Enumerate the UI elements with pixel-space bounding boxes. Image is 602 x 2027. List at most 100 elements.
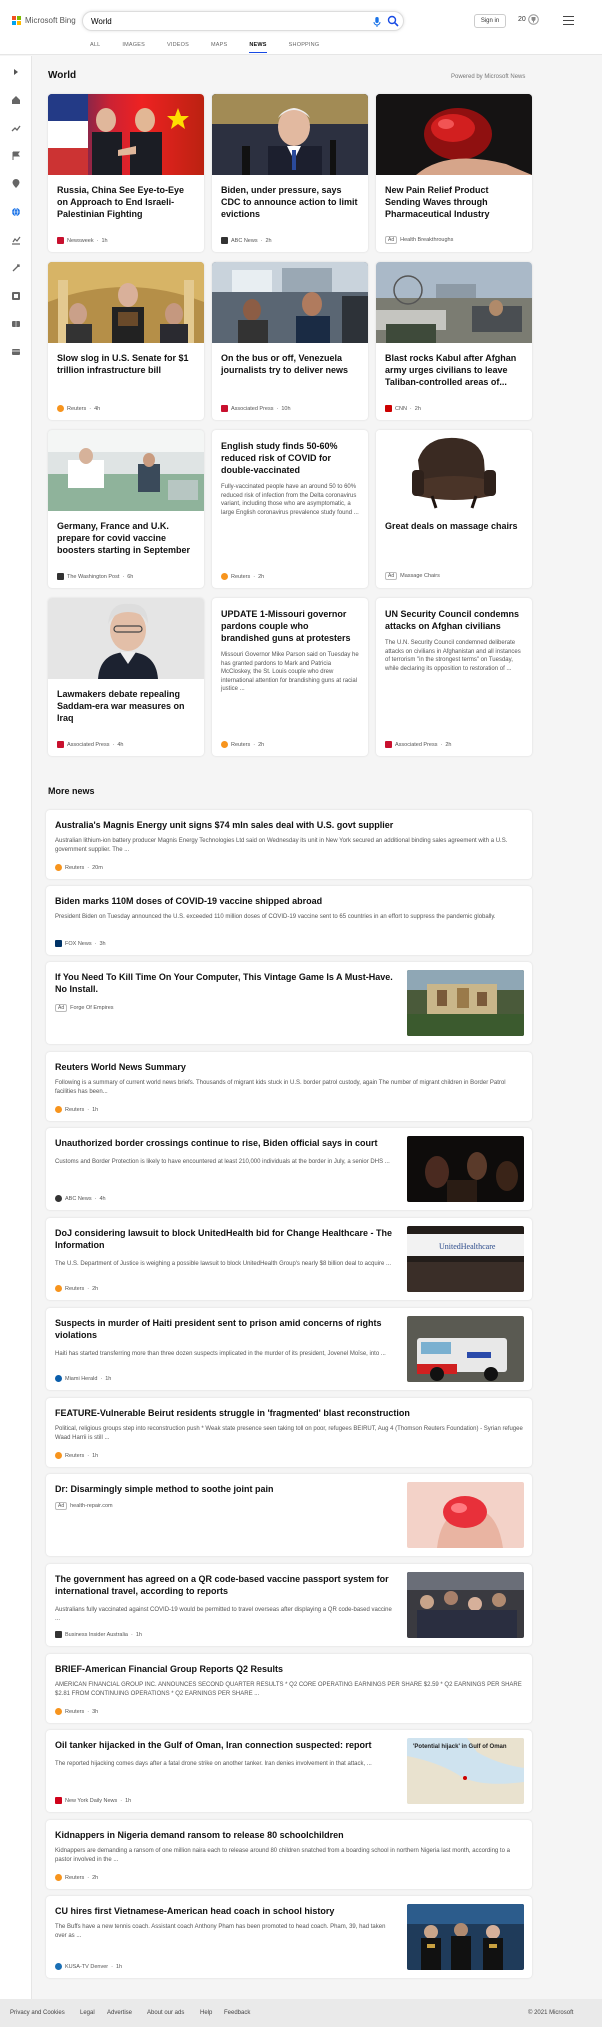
- section-title: World: [48, 70, 77, 81]
- search-icon[interactable]: [387, 15, 399, 27]
- location-pin-icon[interactable]: [10, 178, 21, 189]
- footer-link-privacy[interactable]: Privacy and Cookies: [10, 2010, 65, 2016]
- news-headline[interactable]: Blast rocks Kabul after Afghan army urge…: [385, 352, 523, 388]
- news-headline[interactable]: On the bus or off, Venezuela journalists…: [221, 352, 359, 376]
- news-card[interactable]: Lawmakers debate repealing Saddam-era wa…: [48, 598, 204, 756]
- more-news-item[interactable]: Kidnappers in Nigeria demand ransom to r…: [46, 1820, 532, 1889]
- news-thumbnail: [48, 94, 204, 175]
- globe-icon[interactable]: [10, 206, 21, 217]
- news-card[interactable]: Great deals on massage chairs Ad Massage …: [376, 430, 532, 588]
- news-card[interactable]: New Pain Relief Product Sending Waves th…: [376, 94, 532, 252]
- sign-in-button[interactable]: Sign in: [474, 14, 506, 28]
- news-headline[interactable]: The government has agreed on a QR code-b…: [55, 1573, 395, 1597]
- news-headline[interactable]: Australia's Magnis Energy unit signs $74…: [55, 819, 393, 831]
- footer-link-help[interactable]: Help: [200, 2010, 212, 2016]
- news-card[interactable]: UPDATE 1-Missouri governor pardons coupl…: [212, 598, 368, 756]
- news-source: Ad Massage Chairs: [385, 572, 440, 580]
- footer-link-feedback[interactable]: Feedback: [224, 2010, 250, 2016]
- news-headline[interactable]: Suspects in murder of Haiti president se…: [55, 1317, 395, 1341]
- news-headline[interactable]: FEATURE-Vulnerable Beirut residents stru…: [55, 1407, 410, 1419]
- more-news-item[interactable]: Reuters World News Summary Following is …: [46, 1052, 532, 1121]
- source-logo-icon: [57, 405, 64, 412]
- more-news-item[interactable]: If You Need To Kill Time On Your Compute…: [46, 962, 532, 1044]
- hamburger-menu-icon[interactable]: [563, 16, 574, 25]
- more-news-item[interactable]: Suspects in murder of Haiti president se…: [46, 1308, 532, 1390]
- news-card[interactable]: Germany, France and U.K. prepare for cov…: [48, 430, 204, 588]
- source-logo-icon: [55, 1797, 62, 1804]
- more-news-item[interactable]: The government has agreed on a QR code-b…: [46, 1564, 532, 1646]
- news-headline[interactable]: DoJ considering lawsuit to block UnitedH…: [55, 1227, 395, 1251]
- ad-badge: Ad: [55, 1502, 68, 1510]
- expand-sidebar-icon[interactable]: [10, 66, 21, 77]
- more-news-item[interactable]: Unauthorized border crossings continue t…: [46, 1128, 532, 1210]
- news-headline[interactable]: English study finds 50-60% reduced risk …: [221, 440, 359, 476]
- home-icon[interactable]: [10, 94, 21, 105]
- news-headline[interactable]: Dr: Disarmingly simple method to soothe …: [55, 1483, 395, 1495]
- footer-link-advertise[interactable]: Advertise: [107, 2010, 132, 2016]
- rewards-button[interactable]: 20: [518, 14, 539, 25]
- news-headline[interactable]: Great deals on massage chairs: [385, 520, 523, 532]
- tab-maps[interactable]: MAPS: [211, 42, 227, 53]
- tab-news[interactable]: NEWS: [249, 42, 267, 53]
- news-headline[interactable]: UPDATE 1-Missouri governor pardons coupl…: [221, 608, 359, 644]
- more-news-item[interactable]: Oil tanker hijacked in the Gulf of Oman,…: [46, 1730, 532, 1812]
- news-snippet: AMERICAN FINANCIAL GROUP INC. ANNOUNCES …: [55, 1682, 522, 1697]
- news-card[interactable]: Slow slog in U.S. Senate for $1 trillion…: [48, 262, 204, 420]
- more-news-item[interactable]: CU hires first Vietnamese-American head …: [46, 1896, 532, 1978]
- news-headline[interactable]: Russia, China See Eye-to-Eye on Approach…: [57, 184, 195, 220]
- source-logo-icon: [55, 1106, 62, 1113]
- news-headline[interactable]: BRIEF-American Financial Group Reports Q…: [55, 1663, 283, 1675]
- news-headline[interactable]: Oil tanker hijacked in the Gulf of Oman,…: [55, 1739, 395, 1751]
- news-snippet: The reported hijacking comes days after …: [55, 1761, 372, 1767]
- news-card[interactable]: Blast rocks Kabul after Afghan army urge…: [376, 262, 532, 420]
- news-headline[interactable]: UN Security Council condemns attacks on …: [385, 608, 523, 632]
- more-news-item[interactable]: FEATURE-Vulnerable Beirut residents stru…: [46, 1398, 532, 1467]
- microphone-icon[interactable]: [371, 16, 383, 28]
- news-source: ABC News · 4h: [55, 1195, 106, 1202]
- news-card[interactable]: Russia, China See Eye-to-Eye on Approach…: [48, 94, 204, 252]
- news-thumbnail: 'Potential hijack' in Gulf of Oman: [407, 1738, 524, 1804]
- more-news-item[interactable]: Dr: Disarmingly simple method to soothe …: [46, 1474, 532, 1556]
- entertainment-icon[interactable]: [10, 290, 21, 301]
- tab-videos[interactable]: VIDEOS: [167, 42, 189, 53]
- more-news-item[interactable]: BRIEF-American Financial Group Reports Q…: [46, 1654, 532, 1723]
- news-snippet: Australian lithium-ion battery producer …: [55, 838, 508, 853]
- finance-icon[interactable]: [10, 234, 21, 245]
- tab-images[interactable]: IMAGES: [122, 42, 145, 53]
- source-logo-icon: [221, 573, 228, 580]
- news-headline[interactable]: Lawmakers debate repealing Saddam-era wa…: [57, 688, 195, 724]
- more-news-item[interactable]: DoJ considering lawsuit to block UnitedH…: [46, 1218, 532, 1300]
- footer-link-about-ads[interactable]: About our ads: [147, 2010, 184, 2016]
- more-news-item[interactable]: Biden marks 110M doses of COVID-19 vacci…: [46, 886, 532, 955]
- news-headline[interactable]: If You Need To Kill Time On Your Compute…: [55, 971, 395, 995]
- flag-icon[interactable]: [10, 150, 21, 161]
- bing-logo[interactable]: Microsoft Bing: [12, 16, 76, 25]
- news-headline[interactable]: Biden, under pressure, says CDC to annou…: [221, 184, 359, 220]
- news-headline[interactable]: Biden marks 110M doses of COVID-19 vacci…: [55, 895, 322, 907]
- news-headline[interactable]: CU hires first Vietnamese-American head …: [55, 1905, 395, 1917]
- news-thumbnail: [376, 430, 532, 511]
- news-headline[interactable]: Germany, France and U.K. prepare for cov…: [57, 520, 195, 556]
- news-card[interactable]: Biden, under pressure, says CDC to annou…: [212, 94, 368, 252]
- news-source: Ad Health Breakthroughs: [385, 236, 453, 244]
- science-icon[interactable]: [10, 262, 21, 273]
- news-headline[interactable]: Kidnappers in Nigeria demand ransom to r…: [55, 1829, 344, 1841]
- microsoft-logo-icon: [12, 16, 21, 25]
- news-headline[interactable]: Unauthorized border crossings continue t…: [55, 1137, 395, 1149]
- tab-all[interactable]: ALL: [90, 42, 100, 53]
- source-logo-icon: [55, 1285, 62, 1292]
- news-headline[interactable]: New Pain Relief Product Sending Waves th…: [385, 184, 523, 220]
- footer: Privacy and Cookies Legal Advertise Abou…: [0, 1999, 602, 2027]
- news-headline[interactable]: Reuters World News Summary: [55, 1061, 186, 1073]
- news-card[interactable]: English study finds 50-60% reduced risk …: [212, 430, 368, 588]
- more-categories-icon[interactable]: [10, 346, 21, 357]
- news-card[interactable]: UN Security Council condemns attacks on …: [376, 598, 532, 756]
- trending-icon[interactable]: [10, 122, 21, 133]
- news-card[interactable]: On the bus or off, Venezuela journalists…: [212, 262, 368, 420]
- footer-link-legal[interactable]: Legal: [80, 2010, 95, 2016]
- search-input[interactable]: [91, 15, 351, 28]
- more-news-item[interactable]: Australia's Magnis Energy unit signs $74…: [46, 810, 532, 879]
- sports-icon[interactable]: [10, 318, 21, 329]
- news-headline[interactable]: Slow slog in U.S. Senate for $1 trillion…: [57, 352, 195, 376]
- tab-shopping[interactable]: SHOPPING: [289, 42, 320, 53]
